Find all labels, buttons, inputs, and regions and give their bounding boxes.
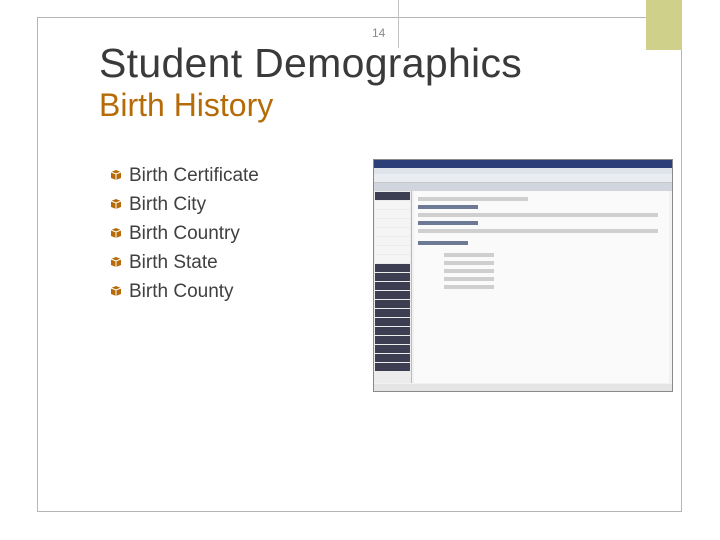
bullet-icon <box>110 257 122 267</box>
bullet-item: Birth County <box>110 277 259 306</box>
bullet-icon <box>110 199 122 209</box>
bullet-text: Birth City <box>129 194 207 215</box>
bullet-item: Birth City <box>110 190 259 219</box>
browser-screenshot-image <box>373 159 673 392</box>
bullet-text: Birth State <box>129 252 218 273</box>
bullet-icon <box>110 170 122 180</box>
slide-title: Student Demographics <box>99 40 523 86</box>
app-main-panel <box>414 191 669 383</box>
bullet-item: Birth Country <box>110 219 259 248</box>
bullet-list: Birth Certificate Birth City Birth Count… <box>110 161 259 306</box>
bullet-item: Birth State <box>110 248 259 277</box>
browser-statusbar <box>374 384 672 391</box>
slide-subtitle: Birth History <box>99 87 274 123</box>
bullet-item: Birth Certificate <box>110 161 259 190</box>
browser-titlebar <box>374 160 672 168</box>
bullet-icon <box>110 228 122 238</box>
bullet-text: Birth County <box>129 281 234 302</box>
browser-addressbar <box>374 174 672 183</box>
app-header <box>374 183 672 191</box>
app-sidebar <box>374 191 412 383</box>
bullet-text: Birth Country <box>129 223 240 244</box>
page-number-decoration <box>646 0 682 50</box>
bullet-icon <box>110 286 122 296</box>
bullet-text: Birth Certificate <box>129 165 259 186</box>
page-number: 14 <box>372 26 386 40</box>
